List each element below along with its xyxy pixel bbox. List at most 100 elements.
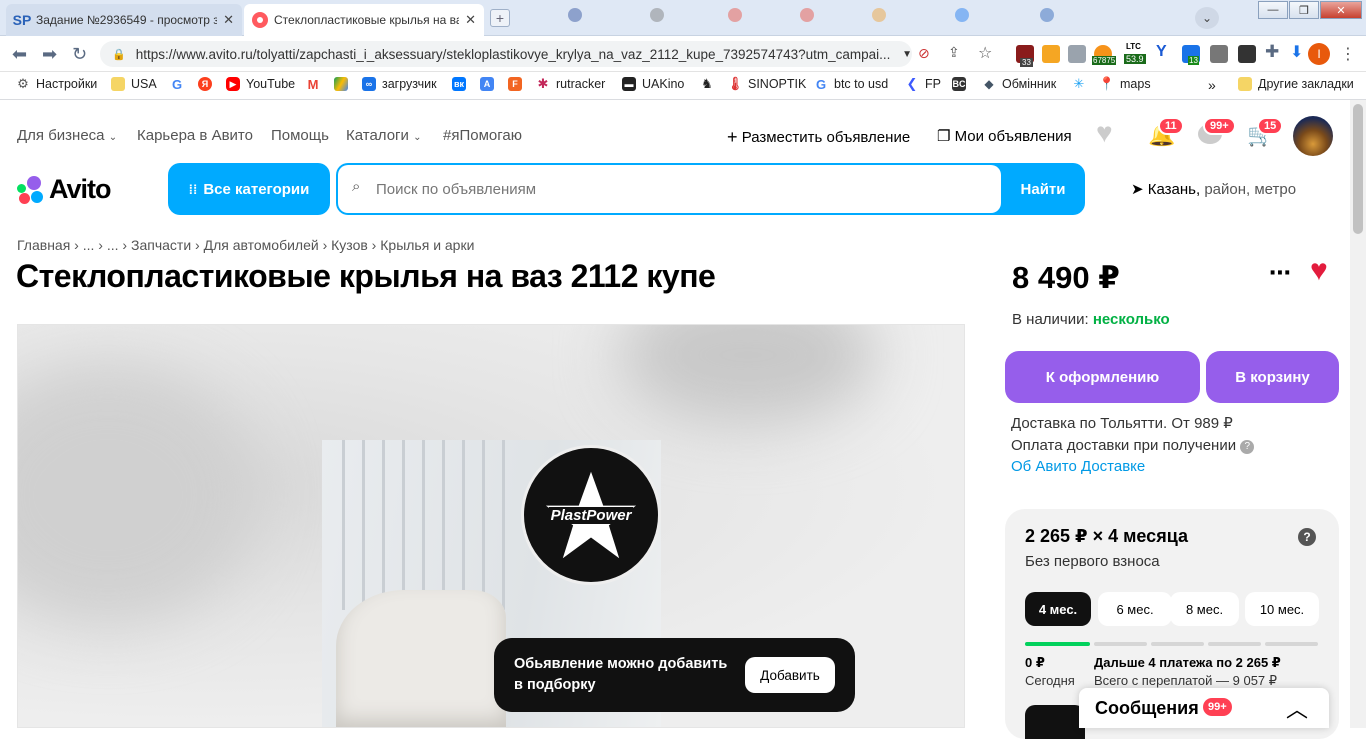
breadcrumb-item[interactable]: ...	[107, 237, 119, 253]
extension-icon[interactable]	[1210, 45, 1228, 63]
extension-icon[interactable]	[1068, 45, 1086, 63]
close-tab-icon[interactable]: ✕	[465, 12, 476, 28]
bookmark-item[interactable]: вк	[452, 77, 472, 91]
extensions-puzzle-icon[interactable]: ✚	[1265, 42, 1279, 62]
tab-search-icon[interactable]: ⌄	[1195, 7, 1219, 29]
bookmark-item[interactable]: ▶ YouTube	[226, 77, 295, 91]
url-field[interactable]: 🔒 https://www.avito.ru/tolyatti/zapchast…	[100, 41, 912, 67]
bookmark-item[interactable]: 📍 maps	[1098, 76, 1151, 91]
favorites-heart-icon[interactable]: ♥	[1096, 119, 1113, 147]
bookmark-item[interactable]: ◆ Обмінник	[982, 77, 1056, 91]
url-dropdown-icon[interactable]: ▼	[902, 49, 912, 60]
nav-career[interactable]: Карьера в Авито	[137, 127, 253, 144]
other-bookmarks[interactable]: Другие закладки	[1238, 77, 1354, 91]
extension-icon[interactable]	[1238, 45, 1256, 63]
term-option-4[interactable]: 4 мес.	[1025, 592, 1091, 626]
stock-value: несколько	[1092, 311, 1170, 328]
download-icon[interactable]: ⬇	[1290, 42, 1303, 62]
browser-tab-1[interactable]: SP Задание №2936549 - просмотр за ✕	[6, 4, 242, 36]
add-to-cart-button[interactable]: В корзину	[1206, 351, 1339, 403]
vpn-extension-icon[interactable]: Y	[1156, 43, 1167, 61]
bookmark-item[interactable]: ✱ rutracker	[536, 76, 606, 91]
location-arrow-icon: ➤	[1131, 181, 1144, 198]
drive-icon	[334, 77, 348, 91]
background-tab-icon[interactable]	[955, 8, 969, 22]
bookmark-item[interactable]: ❮ FP	[905, 76, 941, 91]
installment-action-button[interactable]	[1025, 705, 1085, 739]
close-tab-icon[interactable]: ✕	[223, 12, 234, 28]
bookmark-item[interactable]: M	[306, 77, 326, 92]
post-ad-link[interactable]: + Разместить объявление	[727, 127, 910, 148]
bookmark-item[interactable]: 🌡 SINOPTIK	[727, 76, 807, 91]
nav-business[interactable]: Для бизнеса ⌄	[17, 127, 117, 144]
my-ads-link[interactable]: ❐ Мои объявления	[937, 127, 1072, 145]
background-tab-icon[interactable]	[1040, 8, 1054, 22]
ltc-label: LTC	[1126, 42, 1141, 51]
browser-tab-2[interactable]: Стеклопластиковые крылья на ва ✕	[244, 4, 484, 36]
location-selector[interactable]: ➤ Казань, район, метро	[1131, 180, 1296, 198]
bookmark-item[interactable]: G	[170, 77, 190, 92]
bookmark-item[interactable]: ♞	[700, 76, 720, 91]
bookmark-item[interactable]: F	[508, 77, 528, 91]
blocked-icon[interactable]: ⊘	[918, 45, 930, 62]
breadcrumb-item[interactable]: Кузов	[331, 237, 368, 253]
nav-catalogs[interactable]: Каталоги ⌄	[346, 127, 421, 144]
breadcrumb-item[interactable]: Для автомобилей	[204, 237, 319, 253]
nav-ya-pomogayu[interactable]: #яПомогаю	[443, 127, 522, 144]
help-icon[interactable]: ?	[1240, 440, 1255, 454]
help-icon[interactable]: ?	[1298, 528, 1316, 546]
bookmark-item[interactable]: ∞ загрузчик	[362, 77, 437, 91]
term-option-10[interactable]: 10 мес.	[1245, 592, 1319, 626]
maximize-window-button[interactable]: ❐	[1289, 1, 1319, 19]
background-tab-icon[interactable]	[728, 8, 742, 22]
background-tab-icon[interactable]	[872, 8, 886, 22]
term-option-8[interactable]: 8 мес.	[1170, 592, 1239, 626]
maps-pin-icon: 📍	[1098, 76, 1116, 91]
favorite-heart-icon[interactable]: ♥	[1310, 256, 1328, 286]
background-tab-icon[interactable]	[650, 8, 664, 22]
breadcrumb-item[interactable]: Главная	[17, 237, 70, 253]
bookmark-item[interactable]: ▬ UAKino	[622, 77, 684, 91]
more-dots-icon[interactable]: ⋯	[1269, 260, 1291, 286]
scrollbar-thumb[interactable]	[1353, 104, 1363, 234]
bookmarks-more-button[interactable]: »	[1208, 77, 1216, 93]
back-arrow-icon[interactable]: ⬅	[12, 44, 27, 65]
bookmark-item[interactable]: Gbtc to usd	[814, 77, 888, 92]
bookmark-item[interactable]: ✳	[1072, 76, 1092, 91]
page-scrollbar[interactable]	[1350, 100, 1366, 728]
bookmark-item[interactable]: A	[480, 77, 500, 91]
breadcrumb-item[interactable]: Запчасти	[131, 237, 191, 253]
minimize-window-button[interactable]: —	[1258, 1, 1288, 19]
profile-avatar[interactable]: I	[1308, 43, 1330, 65]
bookmark-item[interactable]: ⚙ Настройки	[16, 76, 97, 91]
bookmark-item[interactable]	[334, 77, 354, 91]
checkout-button[interactable]: К оформлению	[1005, 351, 1200, 403]
new-tab-button[interactable]: +	[490, 9, 510, 27]
toast-add-button[interactable]: Добавить	[745, 657, 835, 693]
share-icon[interactable]: ⇪	[948, 44, 960, 61]
find-button[interactable]: Найти	[1001, 163, 1085, 215]
term-option-6[interactable]: 6 мес.	[1098, 592, 1172, 626]
chevron-up-icon[interactable]: ︿	[1286, 692, 1308, 724]
about-delivery-link[interactable]: Об Авито Доставке	[1011, 458, 1145, 475]
background-tab-icon[interactable]	[800, 8, 814, 22]
breadcrumb-item[interactable]: ...	[83, 237, 95, 253]
search-input[interactable]	[338, 165, 1001, 213]
messages-widget[interactable]: Сообщения 99+ ︿	[1079, 688, 1329, 728]
all-categories-button[interactable]: ⁞⁞ Все категории	[168, 163, 330, 215]
background-tab-icon[interactable]	[568, 8, 582, 22]
user-avatar[interactable]	[1293, 116, 1333, 156]
menu-kebab-icon[interactable]: ⋮	[1340, 44, 1356, 64]
nav-help[interactable]: Помощь	[271, 127, 329, 144]
reload-icon[interactable]: ↻	[72, 44, 87, 65]
forward-arrow-icon[interactable]: ➡	[42, 44, 57, 65]
breadcrumb-item[interactable]: Крылья и арки	[380, 237, 474, 253]
installment-subtitle: Без первого взноса	[1025, 553, 1160, 570]
avito-logo[interactable]: Avito	[17, 174, 111, 205]
bookmark-item[interactable]: USA	[111, 77, 157, 91]
close-window-button[interactable]: ✕	[1320, 1, 1362, 19]
bookmark-item[interactable]: BC	[952, 77, 972, 91]
bookmark-star-icon[interactable]: ☆	[978, 43, 992, 63]
extension-icon[interactable]	[1042, 45, 1060, 63]
bookmark-item[interactable]: Я	[198, 77, 218, 91]
